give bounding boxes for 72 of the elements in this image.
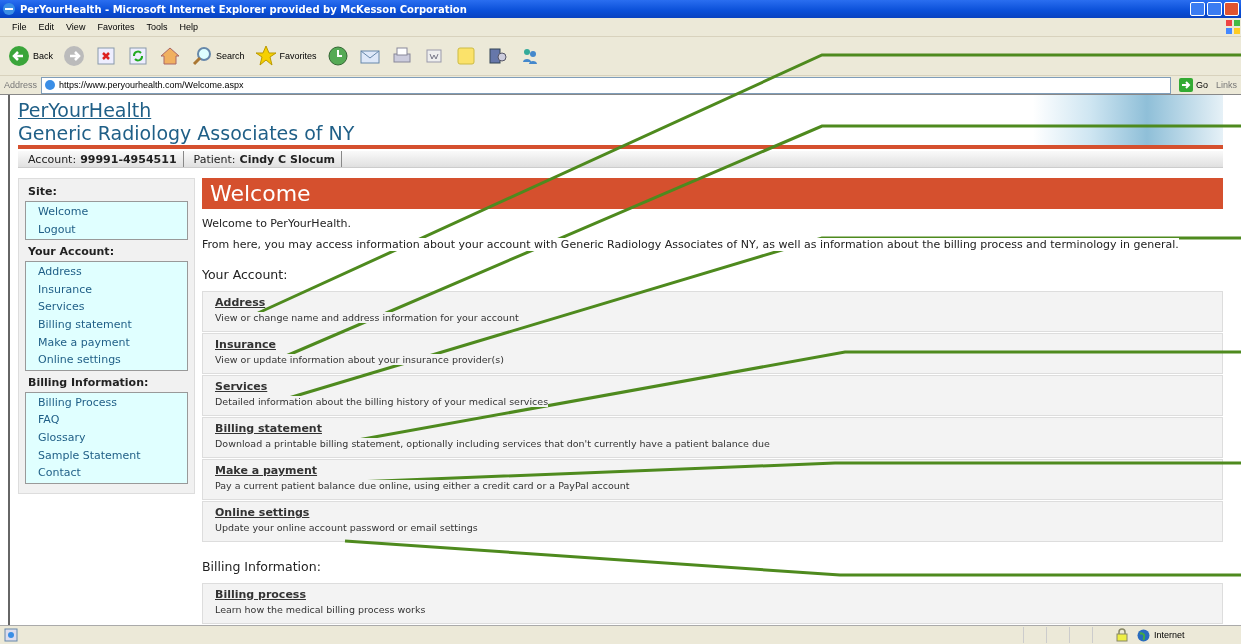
- restore-button[interactable]: [1207, 2, 1222, 16]
- menu-item[interactable]: Tools: [140, 22, 174, 32]
- sidebar-link[interactable]: FAQ: [38, 411, 187, 429]
- close-button[interactable]: [1224, 2, 1239, 16]
- page-title: Welcome: [202, 178, 1223, 209]
- card-description: View or change name and address information for your account: [215, 312, 519, 323]
- sidebar-link[interactable]: Address: [38, 263, 187, 281]
- card-title-link[interactable]: Address: [215, 296, 266, 309]
- sidebar-link[interactable]: Welcome: [38, 203, 187, 221]
- menu-item[interactable]: File: [6, 22, 33, 32]
- note-icon: [454, 45, 477, 67]
- card-title-link[interactable]: Online settings: [215, 506, 310, 519]
- card-description: Update your online account password or email settings: [215, 522, 478, 533]
- sidebar-heading: Site:: [27, 184, 58, 200]
- section-heading: Billing Information:: [202, 559, 322, 574]
- address-field[interactable]: https://www.peryourhealth.com/Welcome.aspx: [41, 76, 1171, 94]
- page-icon: [44, 79, 57, 91]
- sidebar-link[interactable]: Make a payment: [38, 333, 187, 352]
- account-value: Cindy C Slocum: [239, 152, 336, 166]
- sidebar-link[interactable]: Billing statement: [38, 315, 187, 334]
- go-button[interactable]: Go: [1174, 78, 1212, 92]
- sidebar-heading: Billing Information:: [27, 374, 150, 391]
- description-text: From here, you may access information about your account with Generic Radiology Associates of NY, as well as information about the billing process and terminology in general.: [202, 238, 1179, 251]
- sidebar-link[interactable]: Services: [38, 298, 187, 316]
- toolbar-button[interactable]: Back: [6, 43, 55, 69]
- menu-item[interactable]: Favorites: [91, 22, 141, 32]
- address-label: Address: [4, 80, 38, 90]
- links-label[interactable]: Links: [1216, 80, 1237, 90]
- card-title-link[interactable]: Make a payment: [215, 464, 318, 477]
- sidebar-link[interactable]: Glossary: [38, 428, 187, 447]
- home-icon: [159, 45, 181, 67]
- go-arrow-icon: [1178, 78, 1193, 92]
- menu-item[interactable]: Edit: [32, 22, 61, 32]
- sidebar-link[interactable]: Logout: [38, 220, 187, 239]
- organization-name: Generic Radiology Associates of NY: [18, 121, 355, 145]
- account-label: Account:: [28, 152, 77, 166]
- card-title-link[interactable]: Billing process: [215, 588, 306, 601]
- toolbar-button[interactable]: Search: [189, 43, 247, 69]
- card-title-link[interactable]: Services: [215, 380, 268, 393]
- card-description: Pay a current patient balance due online, using either a credit card or a PayPal account: [215, 480, 630, 491]
- stop-icon: [95, 45, 117, 67]
- zone-label: Internet: [1154, 630, 1185, 640]
- intro-text: Welcome to PerYourHealth.: [202, 217, 351, 230]
- card-description: Download a printable billing statement, optionally including services that don't currently have a patient balance due: [215, 438, 770, 449]
- section-heading: Your Account:: [202, 267, 289, 282]
- card-title-link[interactable]: Insurance: [215, 338, 276, 351]
- minimize-button[interactable]: [1190, 2, 1205, 16]
- account-value: 99991-4954511: [80, 152, 177, 166]
- page-icon: [4, 628, 18, 642]
- menu-item[interactable]: View: [60, 22, 92, 32]
- star-icon: [254, 45, 277, 67]
- window-title: PerYourHealth - Microsoft Internet Explorer provided by McKesson Corporation: [20, 3, 467, 15]
- sidebar-link[interactable]: Insurance: [38, 280, 187, 299]
- globe-icon: [1137, 628, 1150, 642]
- sidebar-link[interactable]: Sample Statement: [38, 446, 187, 465]
- menu-item[interactable]: Help: [173, 22, 204, 32]
- site-name-link[interactable]: PerYourHealth: [18, 99, 355, 121]
- windows-logo-icon: [1225, 19, 1241, 35]
- card-description: View or update information about your insurance provider(s): [215, 354, 504, 365]
- card-title-link[interactable]: Billing statement: [215, 422, 322, 435]
- card-description: Learn how the medical billing process works: [215, 604, 426, 615]
- lock-icon: [1115, 628, 1129, 642]
- account-label: Patient:: [193, 152, 236, 166]
- toolbar-button[interactable]: Favorites: [252, 43, 319, 69]
- sidebar-link[interactable]: Contact: [38, 464, 187, 482]
- sidebar-link[interactable]: Online settings: [38, 351, 187, 369]
- search-icon: [191, 45, 213, 67]
- sidebar-heading: Your Account:: [27, 244, 116, 261]
- history-clock-icon: [326, 45, 349, 67]
- sidebar-link[interactable]: Billing Process: [38, 393, 187, 412]
- card-description: Detailed information about the billing history of your medical services: [215, 396, 549, 407]
- refresh-icon: [127, 45, 149, 67]
